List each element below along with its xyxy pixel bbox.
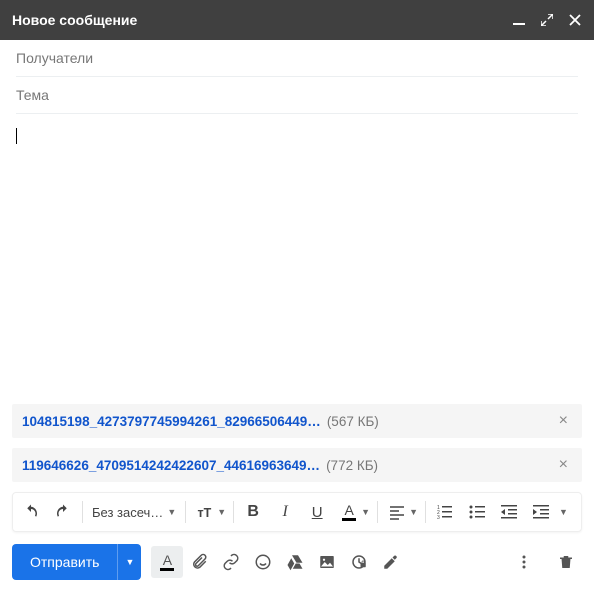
- discard-icon[interactable]: [550, 546, 582, 578]
- attachment-chip[interactable]: 119646626_4709514242422607_44616963649… …: [12, 448, 582, 482]
- indent-more-icon[interactable]: [525, 496, 557, 528]
- send-options-button[interactable]: ▼: [117, 544, 141, 580]
- underline-icon[interactable]: U: [301, 496, 333, 528]
- undo-icon[interactable]: [15, 496, 47, 528]
- font-family-label: Без засеч…: [92, 505, 163, 520]
- font-family-select[interactable]: Без засеч… ▼: [86, 497, 182, 527]
- attachment-remove-icon[interactable]: ×: [555, 456, 572, 474]
- emoji-icon[interactable]: [247, 546, 279, 578]
- svg-text:тТ: тТ: [198, 506, 212, 520]
- fullscreen-icon[interactable]: [540, 13, 554, 27]
- toolbar-divider: [425, 501, 426, 523]
- numbered-list-icon[interactable]: 123: [429, 496, 461, 528]
- more-options-icon[interactable]: [508, 546, 540, 578]
- insert-image-icon[interactable]: [311, 546, 343, 578]
- send-button-group: Отправить ▼: [12, 544, 141, 580]
- toolbar-divider: [185, 501, 186, 523]
- chevron-down-icon[interactable]: ▼: [409, 507, 418, 517]
- attachment-size: (567 КБ): [327, 414, 379, 429]
- message-body[interactable]: [0, 114, 594, 404]
- header-fields: Получатели Тема: [0, 40, 594, 114]
- confidential-mode-icon[interactable]: [343, 546, 375, 578]
- subject-field[interactable]: Тема: [16, 77, 578, 114]
- text-cursor: [16, 128, 17, 144]
- bullet-list-icon[interactable]: [461, 496, 493, 528]
- attachment-size: (772 КБ): [326, 458, 378, 473]
- chevron-down-icon[interactable]: ▼: [217, 507, 226, 517]
- redo-icon[interactable]: [47, 496, 79, 528]
- drive-icon[interactable]: [279, 546, 311, 578]
- compose-header: Новое сообщение: [0, 0, 594, 40]
- toolbar-divider: [233, 501, 234, 523]
- compose-tools: A: [151, 546, 407, 578]
- insert-link-icon[interactable]: [215, 546, 247, 578]
- pen-icon[interactable]: [375, 546, 407, 578]
- compose-title: Новое сообщение: [12, 12, 512, 28]
- toolbar-divider: [377, 501, 378, 523]
- bold-icon[interactable]: B: [237, 496, 269, 528]
- toolbar-divider: [82, 501, 83, 523]
- send-button[interactable]: Отправить: [12, 544, 117, 580]
- recipients-placeholder: Получатели: [16, 50, 93, 66]
- header-actions: [512, 13, 582, 27]
- close-icon[interactable]: [568, 13, 582, 27]
- italic-icon[interactable]: I: [269, 496, 301, 528]
- recipients-field[interactable]: Получатели: [16, 40, 578, 77]
- indent-less-icon[interactable]: [493, 496, 525, 528]
- attachment-name: 119646626_4709514242422607_44616963649…: [22, 458, 320, 473]
- attachment-chip[interactable]: 104815198_4273797745994261_82966506449… …: [12, 404, 582, 438]
- minimize-icon[interactable]: [512, 13, 526, 27]
- chevron-down-icon[interactable]: ▼: [559, 507, 568, 517]
- formatting-toolbar: Без засеч… ▼ тТ ▼ B I U A ▼ ▼ 123 ▼: [12, 492, 582, 532]
- attachment-remove-icon[interactable]: ×: [555, 412, 572, 430]
- chevron-down-icon[interactable]: ▼: [361, 507, 370, 517]
- attach-file-icon[interactable]: [183, 546, 215, 578]
- attachment-name: 104815198_4273797745994261_82966506449…: [22, 414, 321, 429]
- text-format-icon[interactable]: A: [151, 546, 183, 578]
- chevron-down-icon: ▼: [167, 507, 176, 517]
- svg-text:3: 3: [437, 515, 440, 520]
- bottom-toolbar: Отправить ▼ A: [0, 532, 594, 580]
- subject-placeholder: Тема: [16, 87, 49, 103]
- attachments-list: 104815198_4273797745994261_82966506449… …: [0, 404, 594, 482]
